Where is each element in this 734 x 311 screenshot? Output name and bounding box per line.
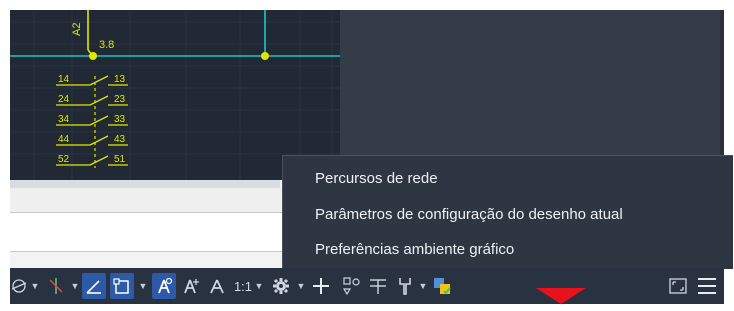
polar-tracking-icon[interactable] [10,268,28,304]
fullscreen-icon[interactable] [666,268,690,304]
units-icon[interactable] [340,268,364,304]
panel-header-bar [10,180,280,188]
object-snap-tracking-icon[interactable] [110,273,134,299]
red-marker [536,288,586,304]
junction-dot [261,52,269,60]
status-bar: ▼ ▼ ▼ 1:1 ▼ ▼ ▼ [10,268,724,304]
quick-properties-icon[interactable] [366,268,390,304]
ortho-icon[interactable] [46,268,66,304]
chevron-down-icon[interactable]: ▼ [418,268,428,304]
contact-blade [89,95,109,106]
contact-left-label: 52 [58,154,70,165]
workspace-gear-icon[interactable] [270,268,292,304]
menu-item-parametros-configuracao[interactable]: Parâmetros de configuração do desenho at… [315,200,623,230]
contact-row: 34 33 [56,114,128,126]
contact-blade [89,75,109,86]
chevron-down-icon[interactable]: ▼ [254,268,264,304]
contact-left-label: 34 [58,114,70,125]
window-border [0,304,734,311]
panel-row[interactable] [10,188,282,213]
contact-row: 24 23 [56,94,128,106]
context-menu: Percursos de rede Parâmetros de configur… [282,155,733,269]
contact-row: 14 13 [56,74,128,86]
autocad-window: A2 3.8 14 13 24 23 34 33 44 43 52 51 Percursos de… [0,0,734,311]
contact-right-label: 23 [114,94,126,105]
contact-right-label: 43 [114,134,126,145]
isodraft-angle-icon[interactable] [82,273,106,299]
contact-blade [89,135,109,146]
panel-row[interactable] [10,213,282,252]
contact-blade [89,155,109,166]
contact-right-label: 51 [114,154,126,165]
auto-scale-icon[interactable] [180,268,202,304]
menu-item-percursos-rede[interactable]: Percursos de rede [315,164,438,194]
scale-label[interactable]: 1:1 [232,268,254,304]
menu-item-preferencias-ambiente[interactable]: Preferências ambiente gráfico [315,235,514,265]
chevron-down-icon[interactable]: ▼ [70,268,80,304]
contact-left-label: 14 [58,74,70,85]
customization-icon[interactable] [394,268,416,304]
contact-row: 52 51 [56,154,128,166]
contact-right-label: 13 [114,74,126,85]
menu-icon[interactable] [694,268,720,304]
contact-row: 44 43 [56,134,128,146]
chevron-down-icon[interactable]: ▼ [30,268,40,304]
annotation-scale-icon[interactable] [206,268,228,304]
isolate-objects-icon[interactable] [430,268,454,304]
contact-blade [89,115,109,126]
add-icon[interactable] [310,268,332,304]
contact-left-label: 24 [58,94,70,105]
wire-label-a2: A2 [71,23,83,36]
node-label: 3.8 [99,39,114,51]
contact-left-label: 44 [58,134,70,145]
annotation-visibility-icon[interactable] [152,273,176,299]
junction-dot [89,52,97,60]
contact-right-label: 33 [114,114,126,125]
chevron-down-icon[interactable]: ▼ [138,268,148,304]
chevron-down-icon[interactable]: ▼ [296,268,306,304]
